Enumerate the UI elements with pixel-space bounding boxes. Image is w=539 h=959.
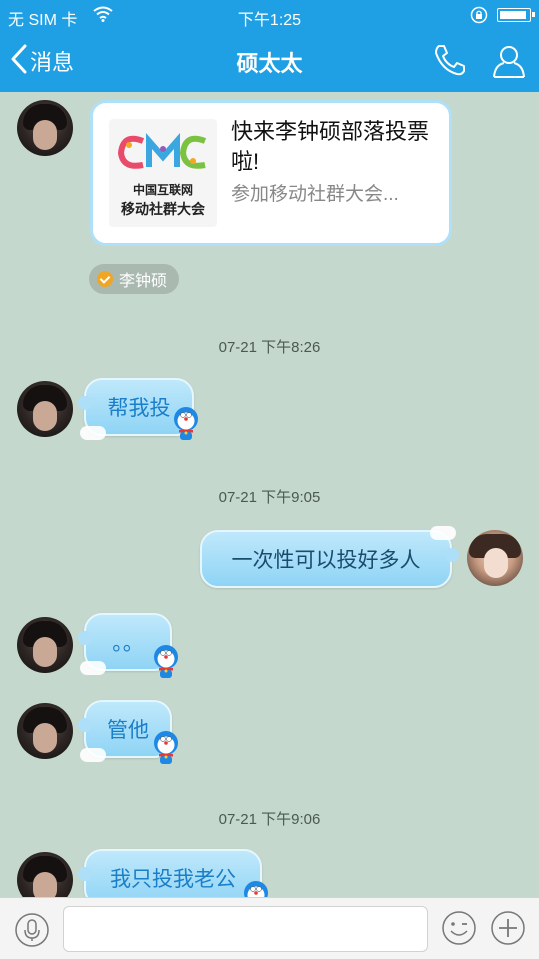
timestamp: 07-21 下午9:06 xyxy=(218,811,321,828)
doraemon-sticker-icon xyxy=(174,407,198,440)
cmc-logo: 中国互联网 移动社群大会 xyxy=(109,119,217,227)
message-bubble[interactable]: 我只投我老公 xyxy=(78,849,262,897)
message-text: 管他 xyxy=(107,719,149,742)
chat-area[interactable]: 中国互联网 移动社群大会 快来李钟硕部落投票啦! 参加移动社群大会... 李钟硕… xyxy=(0,92,539,897)
verified-badge-icon xyxy=(97,271,113,287)
logo-text-line1: 中国互联网 xyxy=(132,183,193,197)
card-description: 参加移动社群大会... xyxy=(231,184,399,205)
timestamp: 07-21 下午8:26 xyxy=(218,339,321,356)
contact-avatar[interactable] xyxy=(17,100,73,156)
nav-bar: 消息 硕太太 xyxy=(0,30,539,92)
message-text: 帮我投 xyxy=(107,397,171,420)
sender-tag[interactable]: 李钟硕 xyxy=(89,264,179,294)
contact-avatar[interactable] xyxy=(17,852,73,897)
contact-avatar[interactable] xyxy=(17,381,73,437)
my-avatar[interactable] xyxy=(467,530,523,586)
message-text: 。。 xyxy=(112,632,144,655)
shared-link-card[interactable]: 中国互联网 移动社群大会 快来李钟硕部落投票啦! 参加移动社群大会... xyxy=(90,100,452,246)
doraemon-sticker-icon xyxy=(244,881,268,897)
message-bubble[interactable]: 一次性可以投好多人 xyxy=(200,526,459,588)
input-bar xyxy=(0,897,539,959)
doraemon-sticker-icon xyxy=(154,731,178,764)
sender-tag-name: 李钟硕 xyxy=(119,273,168,290)
contact-avatar[interactable] xyxy=(17,617,73,673)
timestamp: 07-21 下午9:05 xyxy=(218,489,321,506)
doraemon-sticker-icon xyxy=(154,645,178,678)
emoji-icon[interactable] xyxy=(441,910,477,946)
voice-input-icon[interactable] xyxy=(14,912,50,948)
status-bar: 无 SIM 卡 下午1:25 xyxy=(0,0,539,30)
phone-icon[interactable] xyxy=(432,42,468,78)
status-time: 下午1:25 xyxy=(237,12,302,29)
profile-icon[interactable] xyxy=(490,42,528,80)
message-text: 我只投我老公 xyxy=(110,868,236,891)
battery-icon xyxy=(497,8,535,22)
card-title: 快来李钟硕部落投票啦! xyxy=(231,119,430,174)
rotation-lock-icon xyxy=(470,6,490,24)
contact-avatar[interactable] xyxy=(17,703,73,759)
plus-icon[interactable] xyxy=(490,910,526,946)
message-input[interactable] xyxy=(63,906,428,952)
message-text: 一次性可以投好多人 xyxy=(231,549,421,572)
logo-text-line2: 移动社群大会 xyxy=(121,201,205,217)
